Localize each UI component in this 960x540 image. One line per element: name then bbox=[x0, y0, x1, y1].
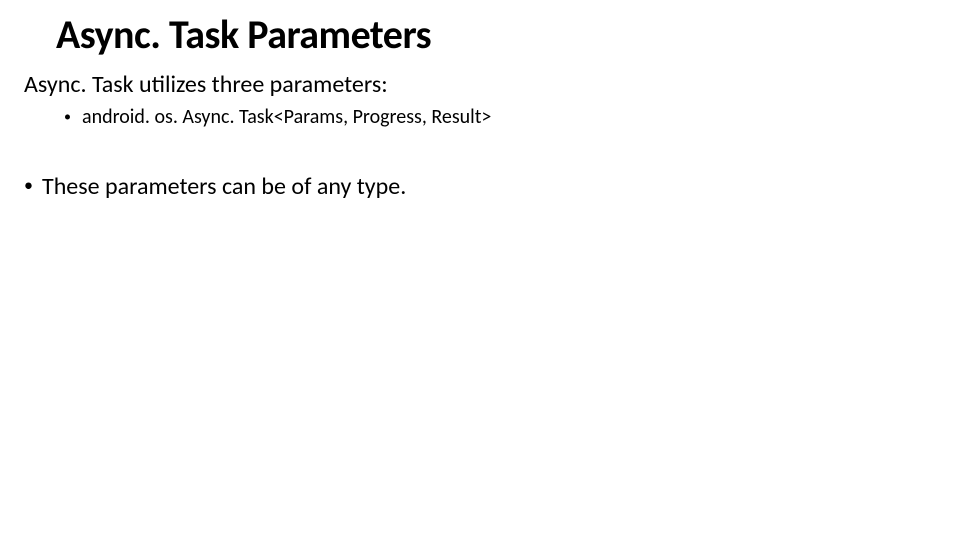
bullet-icon: • bbox=[24, 172, 42, 197]
code-line-text: android. os. Async. Task<Params, Progres… bbox=[82, 104, 491, 130]
intro-text: Async. Task utilizes three parameters: bbox=[24, 70, 924, 100]
bullet-icon: • bbox=[64, 104, 82, 126]
bullet-note: • These parameters can be of any type. bbox=[24, 172, 924, 202]
spacer bbox=[24, 130, 924, 172]
slide-body: Async. Task utilizes three parameters: •… bbox=[24, 70, 924, 206]
slide: Async. Task Parameters Async. Task utili… bbox=[0, 0, 960, 540]
slide-title: Async. Task Parameters bbox=[56, 10, 431, 59]
note-text: These parameters can be of any type. bbox=[42, 172, 406, 202]
bullet-code-line: • android. os. Async. Task<Params, Progr… bbox=[64, 104, 924, 130]
